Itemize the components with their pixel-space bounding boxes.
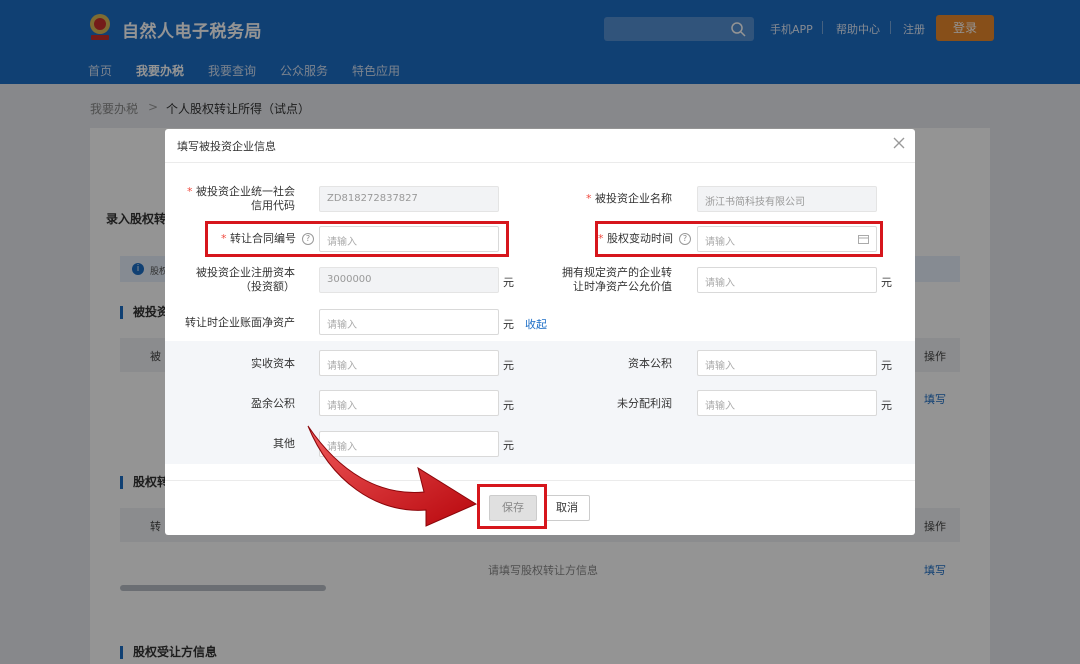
net-assets-label: 转让时企业账面净资产: [185, 316, 295, 329]
surplus-reserve-input[interactable]: 请输入: [319, 390, 499, 416]
footer-divider: [165, 480, 915, 481]
highlight-change-time: [595, 221, 883, 257]
company-name-label: * 被投资企业名称: [586, 192, 672, 205]
unit-label: 元: [881, 399, 892, 412]
surplus-reserve-label: 盈余公积: [251, 397, 295, 410]
unit-label: 元: [503, 439, 514, 452]
investee-info-dialog: 填写被投资企业信息 * 被投资企业统一社会 信用代码 ZD81827283782…: [165, 129, 915, 535]
cancel-button[interactable]: 取消: [544, 495, 590, 521]
unit-label: 元: [503, 276, 514, 289]
reg-capital-field: 3000000: [319, 267, 499, 293]
undistributed-profit-label: 未分配利润: [617, 397, 672, 410]
company-name-field: 浙江书简科技有限公司: [697, 186, 877, 212]
paid-capital-input[interactable]: 请输入: [319, 350, 499, 376]
unit-label: 元: [503, 359, 514, 372]
unit-label: 元: [881, 359, 892, 372]
required-mark: *: [187, 185, 193, 198]
capital-reserve-input[interactable]: 请输入: [697, 350, 877, 376]
dialog-title: 填写被投资企业信息: [177, 140, 276, 153]
paid-capital-label: 实收资本: [251, 357, 295, 370]
red-arrow-icon: [307, 425, 478, 527]
highlight-save: [477, 484, 547, 529]
unit-label: 元: [503, 399, 514, 412]
credit-code-field: ZD818272837827: [319, 186, 499, 212]
unit-label: 元: [503, 318, 514, 331]
reg-capital-label: 被投资企业注册资本 （投资额）: [196, 266, 295, 293]
capital-reserve-label: 资本公积: [628, 357, 672, 370]
other-label: 其他: [273, 437, 295, 450]
fair-value-label: 拥有规定资产的企业转 让时净资产公允价值: [562, 266, 672, 293]
unit-label: 元: [881, 276, 892, 289]
fair-value-input[interactable]: 请输入: [697, 267, 877, 293]
net-assets-input[interactable]: 请输入: [319, 309, 499, 335]
highlight-contract-no: [205, 221, 509, 257]
close-icon[interactable]: [891, 135, 907, 151]
credit-code-label: * 被投资企业统一社会 信用代码: [187, 185, 295, 212]
dialog-divider: [165, 162, 915, 163]
undistributed-profit-input[interactable]: 请输入: [697, 390, 877, 416]
collapse-link[interactable]: 收起: [525, 316, 547, 332]
